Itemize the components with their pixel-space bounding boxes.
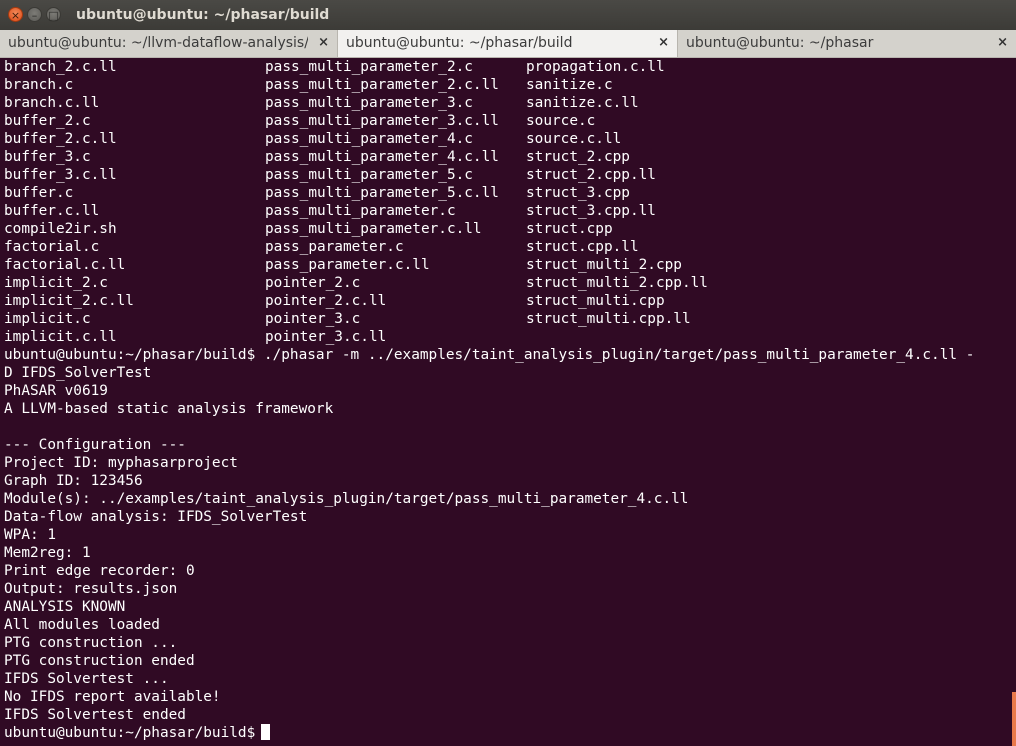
output-line: IFDS Solvertest ended [4,707,186,723]
file-listing-entry: struct.cpp.ll [526,239,639,255]
file-listing-entry: buffer.c.ll [4,203,100,219]
tab-label: ubuntu@ubuntu: ~/phasar/build [346,35,573,51]
output-line: --- Configuration --- [4,437,186,453]
file-listing-entry: sanitize.c.ll [526,95,639,111]
file-listing-entry: pass_multi_parameter_2.c [265,59,473,75]
file-listing-entry: implicit_2.c.ll [4,293,134,309]
file-listing-entry: branch.c.ll [4,95,100,111]
minimize-window-button[interactable]: – [27,7,42,22]
maximize-window-button[interactable]: □ [46,7,61,22]
file-listing-entry: buffer_2.c [4,113,91,129]
text-cursor [261,724,271,740]
output-line: Mem2reg: 1 [4,545,91,561]
file-listing-entry: pass_multi_parameter_2.c.ll [265,77,499,93]
file-listing-entry: buffer.c [4,185,74,201]
file-listing-entry: pointer_2.c [265,275,361,291]
output-line: D IFDS_SolverTest [4,365,152,381]
output-line: IFDS Solvertest ... [4,671,169,687]
output-line: ANALYSIS KNOWN [4,599,126,615]
file-listing-entry: branch.c [4,77,74,93]
tab-close-icon[interactable]: × [658,30,669,56]
tab-phasar-build[interactable]: ubuntu@ubuntu: ~/phasar/build × [338,30,678,57]
tab-bar: ubuntu@ubuntu: ~/llvm-dataflow-analysis/… [0,30,1016,58]
tab-label: ubuntu@ubuntu: ~/llvm-dataflow-analysis/… [8,35,308,51]
file-listing-entry: pass_multi_parameter_5.c.ll [265,185,499,201]
file-listing-entry: factorial.c [4,239,100,255]
file-listing-entry: pass_multi_parameter_4.c [265,131,473,147]
file-listing-entry: struct_3.cpp.ll [526,203,656,219]
file-listing-entry: pass_parameter.c [265,239,404,255]
output-line: Project ID: myphasarproject [4,455,238,471]
scrollbar-thumb[interactable] [1012,692,1016,746]
close-window-button[interactable]: × [8,7,23,22]
file-listing-entry: struct_multi_2.cpp.ll [526,275,708,291]
file-listing-entry: pass_multi_parameter.c [265,203,456,219]
file-listing-entry: implicit.c.ll [4,329,117,345]
file-listing-entry: struct_3.cpp [526,185,630,201]
file-listing-entry: sanitize.c [526,77,613,93]
scrollbar[interactable] [1012,58,1016,746]
tab-phasar[interactable]: ubuntu@ubuntu: ~/phasar × [678,30,1016,57]
output-line: Print edge recorder: 0 [4,563,195,579]
output-line: PhASAR v0619 [4,383,108,399]
file-listing-entry: propagation.c.ll [526,59,665,75]
file-listing-entry: compile2ir.sh [4,221,117,237]
file-listing-entry: pointer_2.c.ll [265,293,387,309]
tab-label: ubuntu@ubuntu: ~/phasar [686,35,874,51]
output-line: PTG construction ended [4,653,195,669]
terminal-output[interactable]: branch_2.c.ll pass_multi_parameter_2.c pro… [0,58,1012,746]
shell-prompt: ubuntu@ubuntu:~/phasar/build$ [4,725,256,741]
file-listing-entry: pass_multi_parameter_3.c [265,95,473,111]
file-listing-entry: source.c.ll [526,131,622,147]
tab-llvm-dataflow[interactable]: ubuntu@ubuntu: ~/llvm-dataflow-analysis/… [0,30,338,57]
file-listing-entry: struct_2.cpp [526,149,630,165]
tab-close-icon[interactable]: × [318,30,329,56]
file-listing-entry: branch_2.c.ll [4,59,117,75]
file-listing-entry: struct_2.cpp.ll [526,167,656,183]
file-listing-entry: pass_multi_parameter_3.c.ll [265,113,499,129]
prompt-line[interactable]: ubuntu@ubuntu:~/phasar/build$ [4,724,271,742]
file-listing-entry: source.c [526,113,596,129]
file-listing-entry: struct_multi_2.cpp [526,257,682,273]
output-line: Graph ID: 123456 [4,473,143,489]
file-listing-entry: pass_parameter.c.ll [265,257,430,273]
file-listing-entry: pointer_3.c [265,311,361,327]
output-line: A LLVM-based static analysis framework [4,401,334,417]
output-line: Module(s): ../examples/taint_analysis_pl… [4,491,689,507]
output-line: Output: results.json [4,581,178,597]
file-listing-entry: buffer_2.c.ll [4,131,117,147]
file-listing-entry: buffer_3.c.ll [4,167,117,183]
file-listing-entry: implicit_2.c [4,275,108,291]
file-listing-entry: pointer_3.c.ll [265,329,387,345]
output-line: All modules loaded [4,617,160,633]
window-title: ubuntu@ubuntu: ~/phasar/build [76,7,330,23]
file-listing-entry: struct_multi.cpp [526,293,665,309]
output-line: ubuntu@ubuntu:~/phasar/build$ ./phasar -… [4,347,975,363]
file-listing-entry: struct_multi.cpp.ll [526,311,691,327]
title-bar: × – □ ubuntu@ubuntu: ~/phasar/build [0,0,1016,31]
file-listing-entry: struct.cpp [526,221,613,237]
file-listing-entry: factorial.c.ll [4,257,126,273]
file-listing-entry: buffer_3.c [4,149,91,165]
output-line: Data-flow analysis: IFDS_SolverTest [4,509,308,525]
output-line: PTG construction ... [4,635,178,651]
tab-close-icon[interactable]: × [997,30,1008,56]
file-listing-entry: implicit.c [4,311,91,327]
file-listing-entry: pass_multi_parameter_4.c.ll [265,149,499,165]
output-line: WPA: 1 [4,527,56,543]
file-listing-entry: pass_multi_parameter_5.c [265,167,473,183]
output-line: No IFDS report available! [4,689,221,705]
file-listing-entry: pass_multi_parameter.c.ll [265,221,482,237]
